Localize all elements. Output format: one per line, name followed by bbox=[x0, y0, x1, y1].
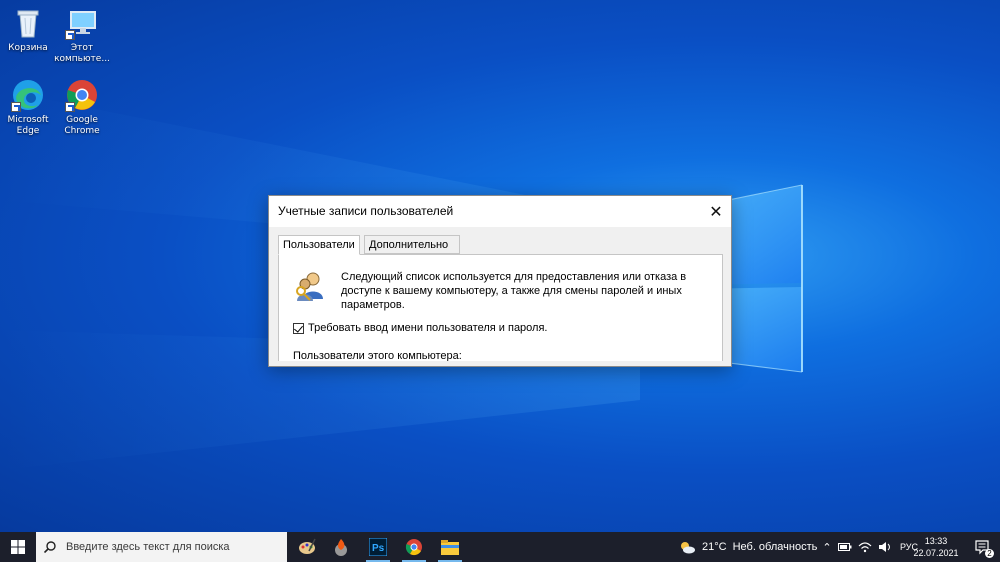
users-keys-icon bbox=[292, 269, 326, 303]
chrome-icon bbox=[65, 78, 99, 112]
shortcut-arrow-icon bbox=[65, 102, 75, 112]
desktop-icon-recycle-bin[interactable]: Корзина bbox=[0, 6, 56, 54]
desktop-icon-label: Корзина bbox=[8, 43, 48, 53]
shortcut-arrow-icon bbox=[65, 30, 75, 40]
users-tab-panel: Следующий список используется для предос… bbox=[278, 254, 723, 361]
tab-advanced[interactable]: Дополнительно bbox=[364, 235, 460, 254]
computer-icon bbox=[65, 6, 99, 40]
dialog-titlebar[interactable]: Учетные записи пользователей ✕ bbox=[269, 196, 731, 227]
weather-condition: Неб. облачность bbox=[732, 541, 818, 553]
volume-icon[interactable] bbox=[878, 541, 892, 553]
notification-badge: 2 bbox=[985, 549, 994, 558]
tray-icons: ⌃ РУС bbox=[820, 532, 918, 562]
chevron-up-icon[interactable]: ⌃ bbox=[820, 541, 834, 554]
taskbar: Введите здесь текст для поиска Ps 21°C Н… bbox=[0, 532, 1000, 562]
require-login-row[interactable]: Требовать ввод имени пользователя и паро… bbox=[293, 322, 547, 334]
edge-icon bbox=[11, 78, 45, 112]
clock-date: 22.07.2021 bbox=[913, 548, 959, 558]
search-placeholder: Введите здесь текст для поиска bbox=[66, 541, 230, 553]
windows-start-icon bbox=[11, 540, 25, 554]
require-login-label: Требовать ввод имени пользователя и паро… bbox=[308, 322, 548, 334]
desktop-icon-label: Этот компьюте... bbox=[54, 43, 110, 64]
weather-widget[interactable]: 21°C Неб. облачность bbox=[678, 532, 817, 562]
svg-text:Ps: Ps bbox=[372, 543, 385, 554]
fire-disc-icon bbox=[335, 539, 347, 556]
users-list-label: Пользователи этого компьютера: bbox=[293, 350, 462, 361]
folder-icon bbox=[441, 540, 459, 555]
start-button[interactable] bbox=[0, 532, 36, 562]
info-text: Следующий список используется для предос… bbox=[341, 271, 687, 311]
notification-center-button[interactable]: 2 bbox=[964, 532, 1000, 562]
taskbar-app-burner[interactable] bbox=[323, 532, 359, 562]
dialog-title: Учетные записи пользователей bbox=[278, 204, 454, 218]
taskbar-search-box[interactable]: Введите здесь текст для поиска bbox=[36, 532, 287, 562]
desktop-icon-label: Google Chrome bbox=[64, 115, 100, 136]
shortcut-arrow-icon bbox=[11, 102, 21, 112]
wifi-icon[interactable] bbox=[858, 541, 872, 553]
weather-temp: 21°C bbox=[702, 541, 727, 553]
photoshop-icon: Ps bbox=[369, 538, 387, 556]
desktop-icon-chrome[interactable]: Google Chrome bbox=[54, 78, 110, 137]
paint-palette-icon bbox=[299, 538, 316, 554]
user-accounts-dialog: Учетные записи пользователей ✕ Пользоват… bbox=[268, 195, 732, 367]
chrome-icon bbox=[405, 539, 422, 556]
taskbar-app-photoshop[interactable]: Ps bbox=[360, 532, 396, 562]
desktop: Корзина Этот компьюте... Microsoft Edge bbox=[0, 0, 1000, 532]
battery-icon[interactable] bbox=[838, 541, 852, 553]
taskbar-app-paint[interactable] bbox=[289, 532, 325, 562]
recycle-bin-icon bbox=[11, 6, 45, 40]
partly-cloudy-icon bbox=[681, 542, 695, 554]
clock-time: 13:33 bbox=[924, 536, 948, 546]
taskbar-app-chrome[interactable] bbox=[396, 532, 432, 562]
desktop-icon-this-pc[interactable]: Этот компьюте... bbox=[54, 6, 110, 65]
search-icon bbox=[44, 541, 56, 553]
require-login-checkbox[interactable] bbox=[293, 322, 304, 334]
clock[interactable]: 13:33 22.07.2021 bbox=[910, 535, 962, 559]
desktop-icon-label: Microsoft Edge bbox=[7, 115, 49, 136]
desktop-icon-edge[interactable]: Microsoft Edge bbox=[0, 78, 56, 137]
taskbar-app-file-explorer[interactable] bbox=[432, 532, 468, 562]
close-icon[interactable]: ✕ bbox=[701, 196, 731, 227]
tab-users[interactable]: Пользователи bbox=[278, 235, 360, 255]
